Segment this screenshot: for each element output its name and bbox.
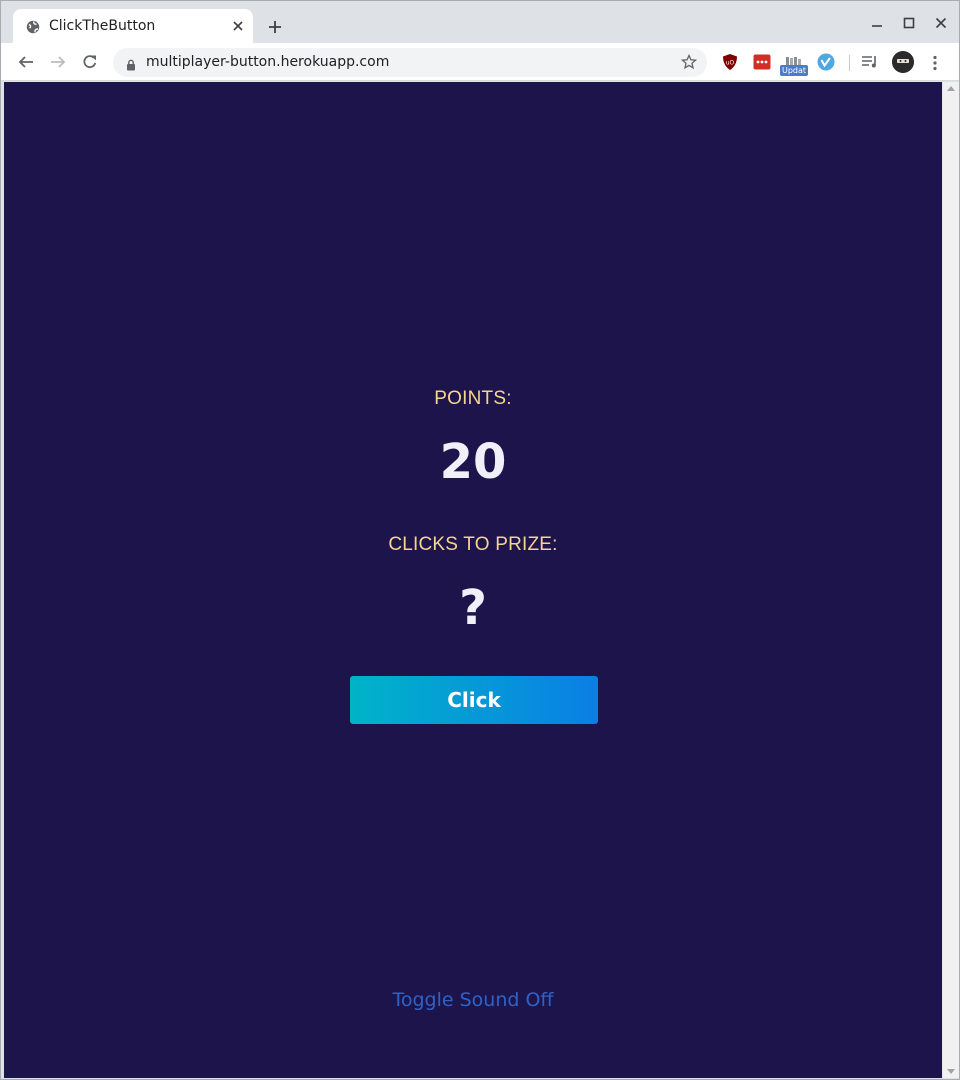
points-value: 20 [439, 434, 507, 490]
vimeo-extension-icon[interactable] [817, 53, 835, 71]
browser-toolbar: multiplayer-button.herokuapp.com uO Upda… [1, 43, 959, 81]
browser-window: ClickTheButton multiplayer-button.heroku… [0, 0, 960, 1080]
ublock-shield-icon[interactable]: uO [721, 53, 739, 71]
clicks-to-prize-value: ? [459, 580, 487, 636]
lock-icon[interactable] [126, 56, 136, 75]
scroll-up-arrow-icon[interactable] [947, 86, 955, 91]
close-icon[interactable] [229, 17, 247, 35]
click-button[interactable]: Click [350, 676, 598, 724]
points-label: POINTS: [434, 388, 512, 409]
maximize-icon[interactable] [899, 13, 919, 33]
minimize-icon[interactable] [867, 13, 887, 33]
lastpass-icon[interactable] [753, 53, 771, 71]
media-queue-icon[interactable] [861, 53, 879, 71]
scroll-down-arrow-icon[interactable] [947, 1069, 955, 1074]
tab-strip: ClickTheButton [1, 1, 959, 43]
profile-avatar[interactable] [892, 51, 914, 73]
toolbar-separator [849, 55, 850, 71]
toggle-sound-link[interactable]: Toggle Sound Off [4, 989, 942, 1011]
tab-title: ClickTheButton [49, 18, 156, 34]
clicks-to-prize-label: CLICKS TO PRIZE: [388, 534, 558, 555]
svg-text:uO: uO [726, 60, 735, 67]
url-text[interactable]: multiplayer-button.herokuapp.com [146, 54, 389, 70]
extension-update-badge: Updat [780, 65, 809, 76]
back-arrow-icon[interactable] [15, 51, 37, 73]
reload-icon[interactable] [79, 51, 101, 73]
address-bar[interactable]: multiplayer-button.herokuapp.com [113, 48, 707, 77]
tab-active[interactable]: ClickTheButton [13, 9, 253, 43]
forward-arrow-icon[interactable] [47, 51, 69, 73]
star-icon[interactable] [680, 53, 698, 74]
window-close-icon[interactable] [931, 13, 951, 33]
vertical-scrollbar[interactable] [942, 82, 959, 1078]
kebab-menu-icon[interactable] [927, 52, 943, 74]
page-viewport: POINTS: 20 CLICKS TO PRIZE: ? Click Togg… [4, 82, 942, 1078]
plus-icon[interactable] [265, 17, 285, 37]
globe-icon [26, 19, 40, 34]
